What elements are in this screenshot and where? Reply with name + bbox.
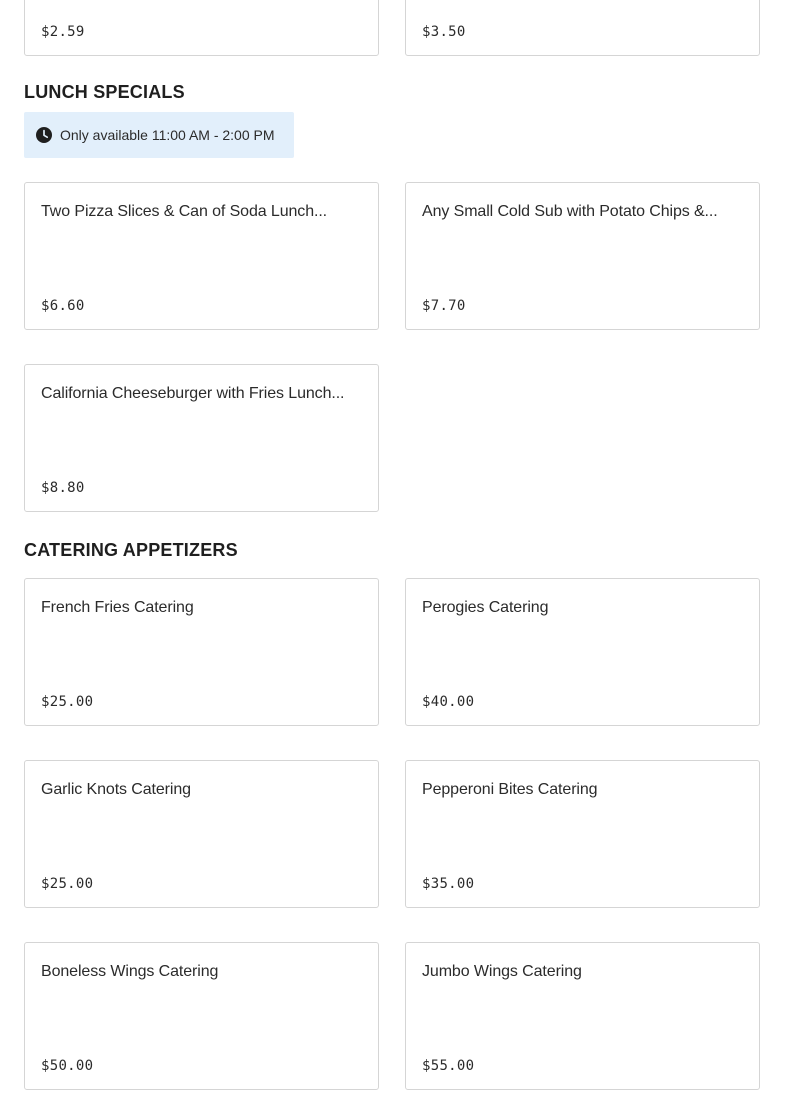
menu-item-card[interactable]: Any Small Cold Sub with Potato Chips &..… [405,182,760,330]
menu-item-card[interactable]: Garlic Knots Catering $25.00 [24,760,379,908]
clock-icon [36,127,52,143]
item-price: $25.00 [41,694,94,710]
item-name: California Cheeseburger with Fries Lunch… [41,385,345,402]
item-price: $50.00 [41,1058,94,1074]
menu-item-card[interactable]: French Fries Catering $25.00 [24,578,379,726]
section-title-lunch-specials: LUNCH SPECIALS [24,82,185,102]
item-name: Pepperoni Bites Catering [422,781,598,798]
menu-item-card[interactable]: Jumbo Wings Catering $55.00 [405,942,760,1090]
item-name: French Fries Catering [41,599,194,616]
menu-item-card[interactable]: Pepperoni Bites Catering $35.00 [405,760,760,908]
item-price: $7.70 [422,298,466,314]
menu-item-card[interactable]: Two Pizza Slices & Can of Soda Lunch... … [24,182,379,330]
availability-banner: Only available 11:00 AM - 2:00 PM [24,112,294,158]
item-price: $35.00 [422,876,475,892]
item-price: $3.50 [422,24,466,40]
item-price: $40.00 [422,694,475,710]
menu-item-card[interactable]: $3.50 [405,0,760,56]
menu-item-card[interactable]: $2.59 [24,0,379,56]
item-name: Jumbo Wings Catering [422,963,582,980]
item-name: Perogies Catering [422,599,549,616]
item-price: $8.80 [41,480,85,496]
menu-item-card[interactable]: Boneless Wings Catering $50.00 [24,942,379,1090]
item-price: $25.00 [41,876,94,892]
menu-item-card[interactable]: Perogies Catering $40.00 [405,578,760,726]
item-price: $55.00 [422,1058,475,1074]
item-name: Two Pizza Slices & Can of Soda Lunch... [41,203,328,220]
item-name: Any Small Cold Sub with Potato Chips &..… [422,203,718,220]
menu-item-card[interactable]: California Cheeseburger with Fries Lunch… [24,364,379,512]
item-name: Boneless Wings Catering [41,963,219,980]
item-price: $2.59 [41,24,85,40]
item-price: $6.60 [41,298,85,314]
section-title-catering-appetizers: CATERING APPETIZERS [24,540,238,560]
availability-text: Only available 11:00 AM - 2:00 PM [60,127,275,143]
item-name: Garlic Knots Catering [41,781,191,798]
